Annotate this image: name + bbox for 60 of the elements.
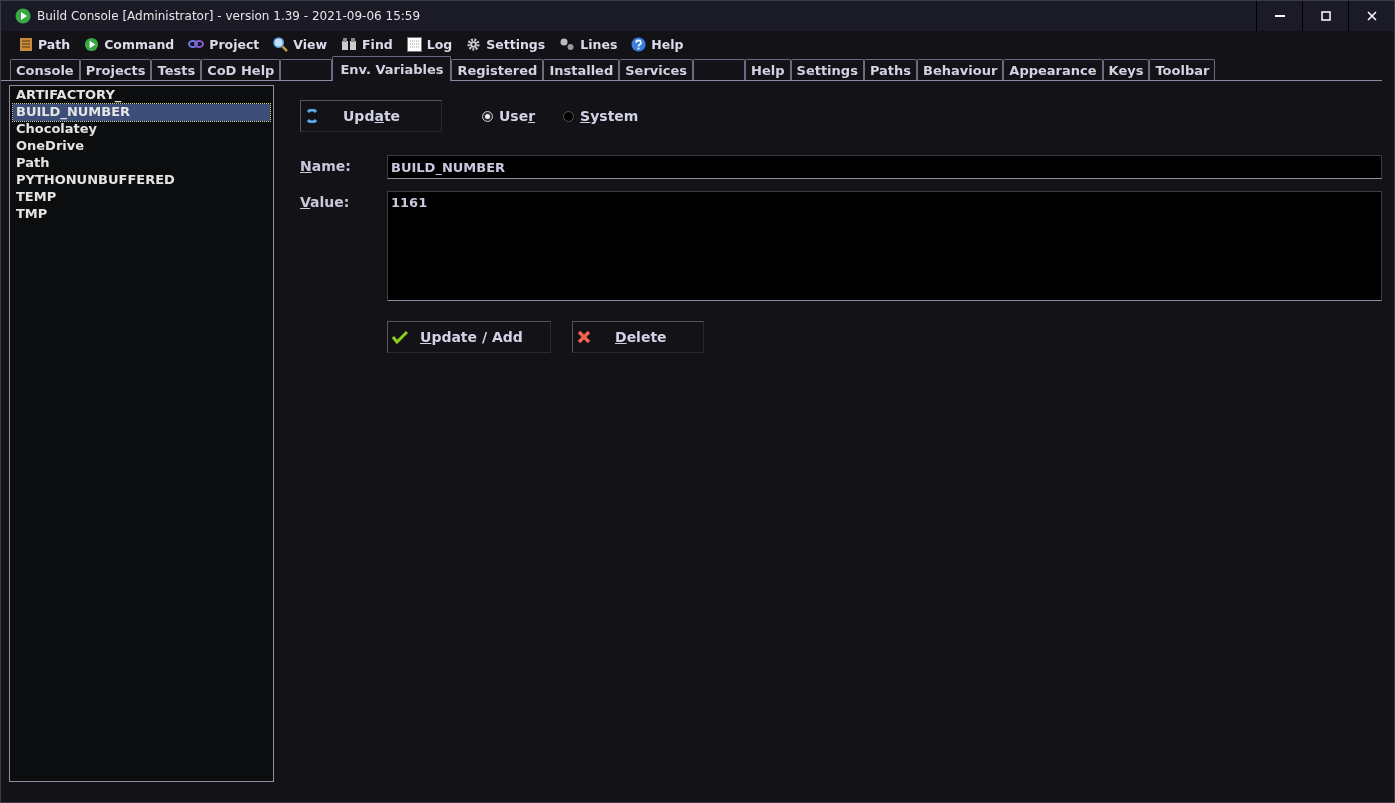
- list-item[interactable]: PYTHONUNBUFFERED: [13, 172, 270, 189]
- refresh-icon: [305, 109, 319, 123]
- menu-item[interactable]: Command: [84, 36, 175, 52]
- grid-sheet-icon: [406, 36, 422, 52]
- field-label: Name:: [300, 157, 352, 176]
- gears-icon: [559, 37, 576, 51]
- tab[interactable]: Keys: [1102, 59, 1150, 80]
- cross-icon: [577, 330, 591, 344]
- tab[interactable]: Env. Variables: [332, 56, 452, 81]
- radio-button[interactable]: User: [482, 108, 536, 124]
- menu-item[interactable]: Find: [341, 36, 393, 52]
- menu-item[interactable]: View: [273, 36, 328, 52]
- radio-button[interactable]: System: [563, 108, 639, 124]
- tab[interactable]: Paths: [863, 59, 918, 80]
- name-field[interactable]: BUILD_NUMBER: [387, 155, 1382, 179]
- window-title: Build Console [Administrator] - version 1.39 - 2021-09-06 15:59: [37, 9, 422, 23]
- notepad-icon: [19, 36, 33, 52]
- tab[interactable]: Tests: [151, 59, 202, 80]
- tab[interactable]: Behaviour: [917, 59, 1004, 80]
- tab[interactable]: Console: [10, 59, 80, 80]
- menu-item[interactable]: Lines: [559, 36, 618, 52]
- search-icon: [273, 36, 289, 52]
- delete-button[interactable]: Delete: [572, 321, 704, 353]
- tab[interactable]: Toolbar: [1149, 59, 1216, 80]
- binoculars-icon: [341, 37, 358, 51]
- checkmark-icon: [392, 330, 408, 344]
- minimize-icon: [1274, 15, 1285, 17]
- list-item[interactable]: TMP: [13, 206, 270, 223]
- tab[interactable]: Services: [619, 59, 694, 80]
- field-label: Value:: [300, 193, 351, 212]
- menu-item[interactable]: Path: [19, 36, 71, 52]
- list-item[interactable]: OneDrive: [13, 138, 270, 155]
- list-item[interactable]: Path: [13, 155, 270, 172]
- tab[interactable]: Settings: [790, 59, 864, 80]
- list-item[interactable]: BUILD_NUMBER: [13, 104, 270, 121]
- tab[interactable]: CoD Help: [201, 59, 281, 80]
- menu-item[interactable]: Settings: [466, 36, 546, 52]
- close-icon: [1366, 11, 1377, 21]
- gear-icon: [466, 36, 482, 52]
- tab[interactable]: Appearance: [1003, 59, 1103, 80]
- menu-item[interactable]: Log: [406, 36, 453, 52]
- list-item[interactable]: ARTIFACTORY_: [13, 87, 270, 104]
- menu-item[interactable]: Project: [188, 36, 260, 52]
- tab[interactable]: Registered: [451, 59, 544, 80]
- value-field[interactable]: 1161: [387, 191, 1382, 301]
- play-icon: [84, 36, 100, 52]
- blank-tab[interactable]: [693, 59, 746, 80]
- chain-link-icon: [188, 39, 205, 49]
- list-item[interactable]: TEMP: [13, 189, 270, 206]
- tab[interactable]: Help: [745, 59, 791, 80]
- list-item[interactable]: Chocolatey: [13, 121, 270, 138]
- play-icon: [15, 8, 31, 24]
- update-add-button[interactable]: Update / Add: [387, 321, 551, 353]
- tab[interactable]: Installed: [543, 59, 620, 80]
- help-icon: [631, 36, 647, 52]
- tab[interactable]: Projects: [79, 59, 152, 80]
- blank-tab[interactable]: [280, 59, 333, 80]
- update-button[interactable]: Update: [300, 100, 442, 132]
- menu-item[interactable]: Help: [631, 36, 684, 52]
- maximize-icon: [1320, 11, 1331, 21]
